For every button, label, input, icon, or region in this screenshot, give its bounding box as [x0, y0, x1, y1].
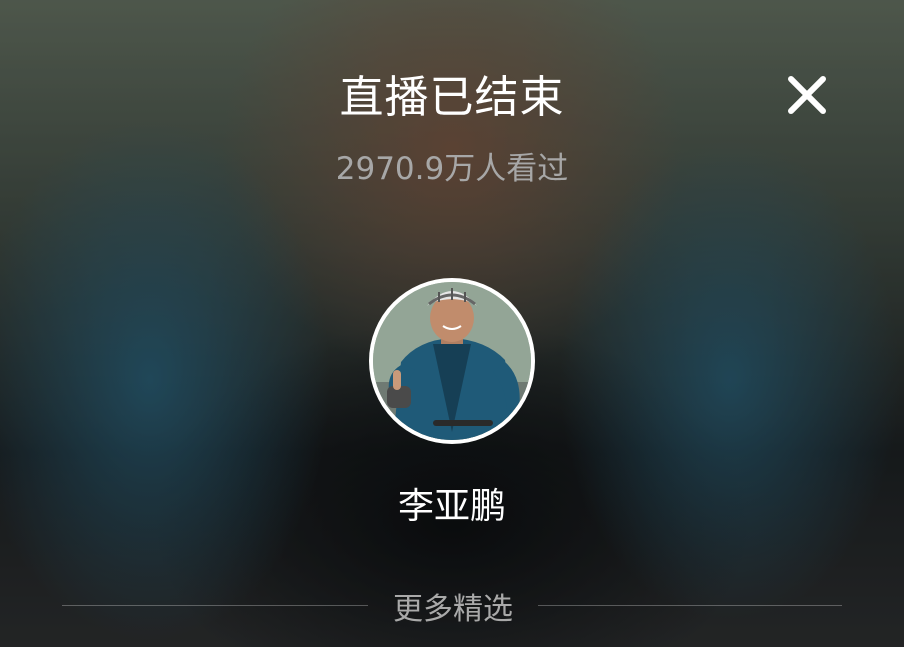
close-button[interactable] — [782, 70, 832, 120]
viewer-count: 2970.9万人看过 — [335, 151, 569, 187]
more-section-header: 更多精选 — [62, 588, 842, 632]
close-icon — [788, 76, 826, 114]
cyclist-avatar-icon — [373, 282, 531, 440]
live-ended-screen: 直播已结束 2970.9万人看过 李亚鹏 更多精选 — [0, 0, 904, 647]
more-picks-label: 更多精选 — [393, 592, 513, 627]
page-title: 直播已结束 — [339, 72, 565, 123]
host-avatar[interactable] — [369, 278, 535, 444]
host-name[interactable]: 李亚鹏 — [0, 482, 904, 532]
divider-right — [538, 605, 842, 606]
divider-left — [62, 605, 368, 606]
